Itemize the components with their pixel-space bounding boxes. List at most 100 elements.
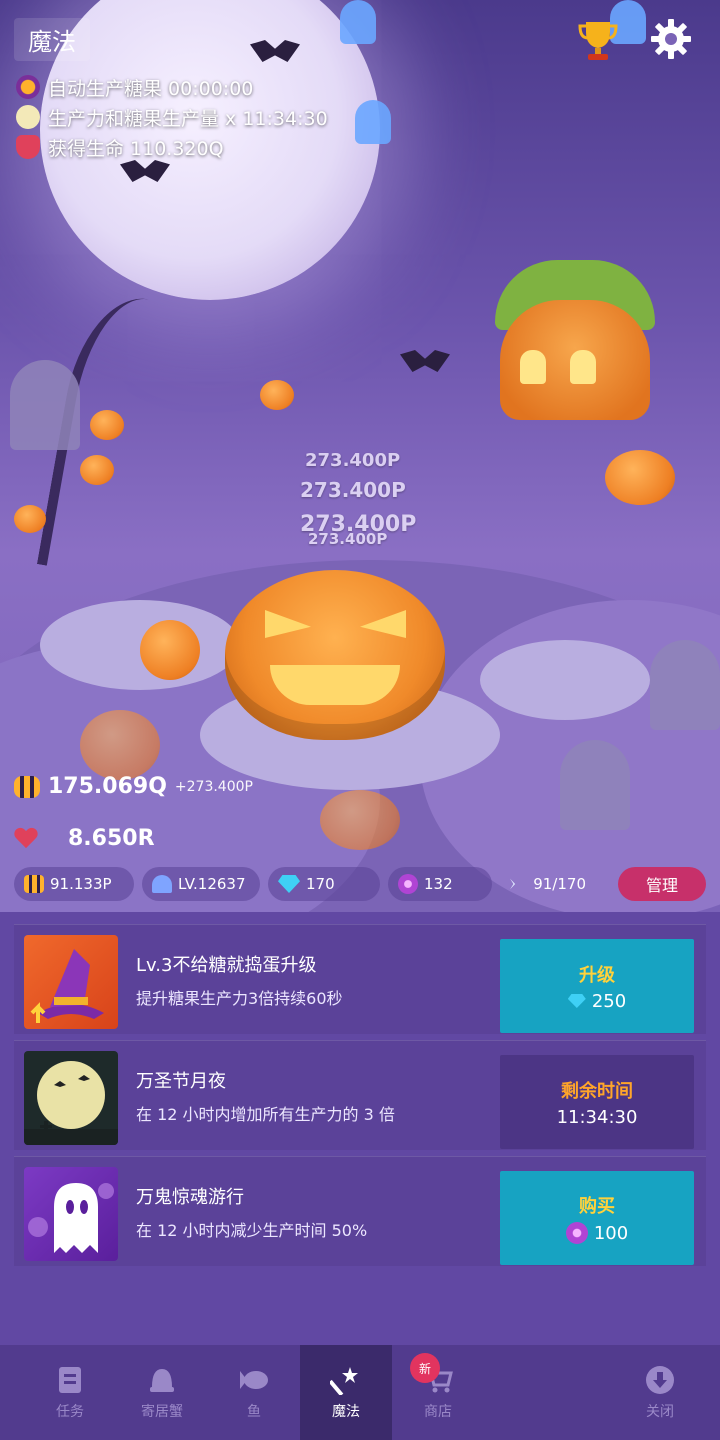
nav-label: 商店 — [424, 1403, 452, 1420]
buff-label: 自动生产糖果 00:00:00 — [48, 77, 254, 100]
buff-item: 获得生命 110.320Q — [16, 132, 328, 162]
pumpkin — [80, 710, 160, 780]
house-window — [520, 350, 546, 384]
orb-icon — [565, 1222, 588, 1244]
floating-income: 273.400P — [300, 478, 406, 502]
moon-icon — [16, 105, 40, 129]
floating-income: 273.400P — [308, 530, 388, 548]
magic-wand-icon — [330, 1366, 358, 1395]
settings-gear-icon[interactable] — [650, 18, 692, 60]
fish-icon — [510, 878, 516, 890]
buff-list: 自动生产糖果 00:00:00 生产力和糖果生产量 x 11:34:30 获得生… — [16, 72, 328, 162]
nav-item-fish[interactable]: 鱼 — [208, 1345, 300, 1440]
resource-value: 132 — [424, 875, 453, 893]
ghost — [340, 0, 376, 44]
candy-icon — [14, 775, 40, 798]
cauldron-eye — [360, 610, 406, 638]
price-value: 250 — [591, 990, 627, 1012]
quest-icon — [59, 1366, 81, 1393]
button-label: 剩余时间 — [561, 1080, 633, 1102]
crab-icon — [152, 875, 172, 893]
pumpkin-cauldron[interactable] — [225, 570, 445, 740]
resource-fish[interactable]: 91/170 — [500, 867, 596, 901]
nav-item-close[interactable]: 关闭 — [614, 1345, 706, 1440]
tombstone — [560, 740, 630, 830]
buff-item: 生产力和糖果生产量 x 11:34:30 — [16, 102, 328, 132]
nav-label: 任务 — [56, 1403, 84, 1420]
buy-button[interactable]: 购买 100 — [500, 1171, 694, 1265]
card-title: 万圣节月夜 — [136, 1071, 226, 1092]
magic-panel: Lv.3不给糖就捣蛋升级 提升糖果生产力3倍持续60秒 升级 250 万圣节月夜… — [0, 912, 720, 1345]
resource-diamond[interactable]: 170 — [268, 867, 380, 901]
life-stat: 8.650R — [14, 826, 155, 851]
pumpkin — [14, 505, 46, 533]
manage-button[interactable]: 管理 — [618, 867, 706, 901]
pumpkin — [260, 380, 294, 410]
pumpkin — [90, 410, 124, 440]
candy-increment: +273.400P — [174, 778, 253, 795]
full-moon-icon — [24, 1051, 118, 1145]
resource-orb[interactable]: 132 — [388, 867, 492, 901]
candy-icon — [24, 875, 44, 893]
button-price: 250 — [567, 990, 627, 1012]
witch-hat-icon — [24, 935, 118, 1029]
upgrade-button[interactable]: 升级 250 — [500, 939, 694, 1033]
fish-icon — [240, 1370, 268, 1389]
ghost — [355, 100, 391, 144]
tombstone — [650, 640, 720, 730]
buff-item: 自动生产糖果 00:00:00 — [16, 72, 328, 102]
life-total: 8.650R — [68, 826, 155, 851]
resource-crab-level[interactable]: LV.12637 — [142, 867, 260, 901]
card-description: 在 12 小时内减少生产时间 50% — [136, 1221, 368, 1240]
card-description: 提升糖果生产力3倍持续60秒 — [136, 989, 343, 1008]
ghost-icon — [24, 1167, 118, 1261]
remaining-time-box: 剩余时间 11:34:30 — [500, 1055, 694, 1149]
candy-total: 175.069Q — [48, 774, 167, 799]
nav-item-hermit-crab[interactable]: 寄居蟹 — [116, 1345, 208, 1440]
price-value: 100 — [593, 1222, 629, 1244]
pumpkin — [605, 450, 675, 505]
nav-item-quests[interactable]: 任务 — [24, 1345, 116, 1440]
nav-item-shop[interactable]: 新 商店 — [392, 1345, 484, 1440]
nav-label: 鱼 — [247, 1403, 261, 1420]
resource-value: LV.12637 — [178, 875, 246, 893]
button-label: 购买 — [579, 1196, 615, 1217]
buff-label: 生产力和糖果生产量 x 11:34:30 — [48, 107, 328, 130]
resource-candy[interactable]: 91.133P — [14, 867, 134, 901]
nav-item-magic[interactable]: 魔法 — [300, 1345, 392, 1440]
pumpkin — [320, 790, 400, 850]
card-title: 万鬼惊魂游行 — [136, 1187, 244, 1208]
orb-icon — [398, 874, 418, 894]
hermit-crab-icon — [150, 1368, 174, 1392]
candy-bomb-icon — [16, 75, 40, 99]
heart-icon — [14, 828, 38, 850]
diamond-icon — [567, 994, 586, 1008]
card-description: 在 12 小时内增加所有生产力的 3 倍 — [136, 1105, 395, 1124]
magic-card-ghost-parade: 万鬼惊魂游行 在 12 小时内减少生产时间 50% 购买 100 — [14, 1156, 706, 1266]
floating-income: 273.400P — [305, 450, 401, 471]
cauldron-eye — [265, 610, 311, 638]
pumpkin — [140, 620, 200, 680]
close-down-icon — [646, 1365, 674, 1394]
card-title: Lv.3不给糖就捣蛋升级 — [136, 955, 317, 976]
buff-label: 获得生命 110.320Q — [48, 137, 224, 160]
remaining-time: 11:34:30 — [556, 1106, 638, 1128]
tombstone — [10, 360, 80, 450]
diamond-icon — [278, 875, 300, 893]
magic-card-trick-or-treat: Lv.3不给糖就捣蛋升级 提升糖果生产力3倍持续60秒 升级 250 — [14, 924, 706, 1034]
trophy-icon[interactable] — [578, 18, 618, 62]
pumpkin — [80, 455, 114, 485]
cauldron-mouth — [270, 665, 400, 705]
nav-label: 魔法 — [332, 1403, 360, 1420]
resource-value: 91/170 — [533, 875, 586, 893]
candy-stat: 175.069Q +273.400P — [14, 774, 253, 799]
resource-value: 91.133P — [50, 875, 112, 893]
bottom-nav: 任务 寄居蟹 鱼 魔法 新 商店 关闭 — [0, 1345, 720, 1440]
nav-label: 关闭 — [646, 1403, 674, 1420]
new-badge: 新 — [410, 1353, 440, 1383]
platform — [480, 640, 650, 720]
heart-icon — [16, 135, 40, 159]
house-window — [570, 350, 596, 384]
nav-label: 寄居蟹 — [141, 1403, 183, 1420]
